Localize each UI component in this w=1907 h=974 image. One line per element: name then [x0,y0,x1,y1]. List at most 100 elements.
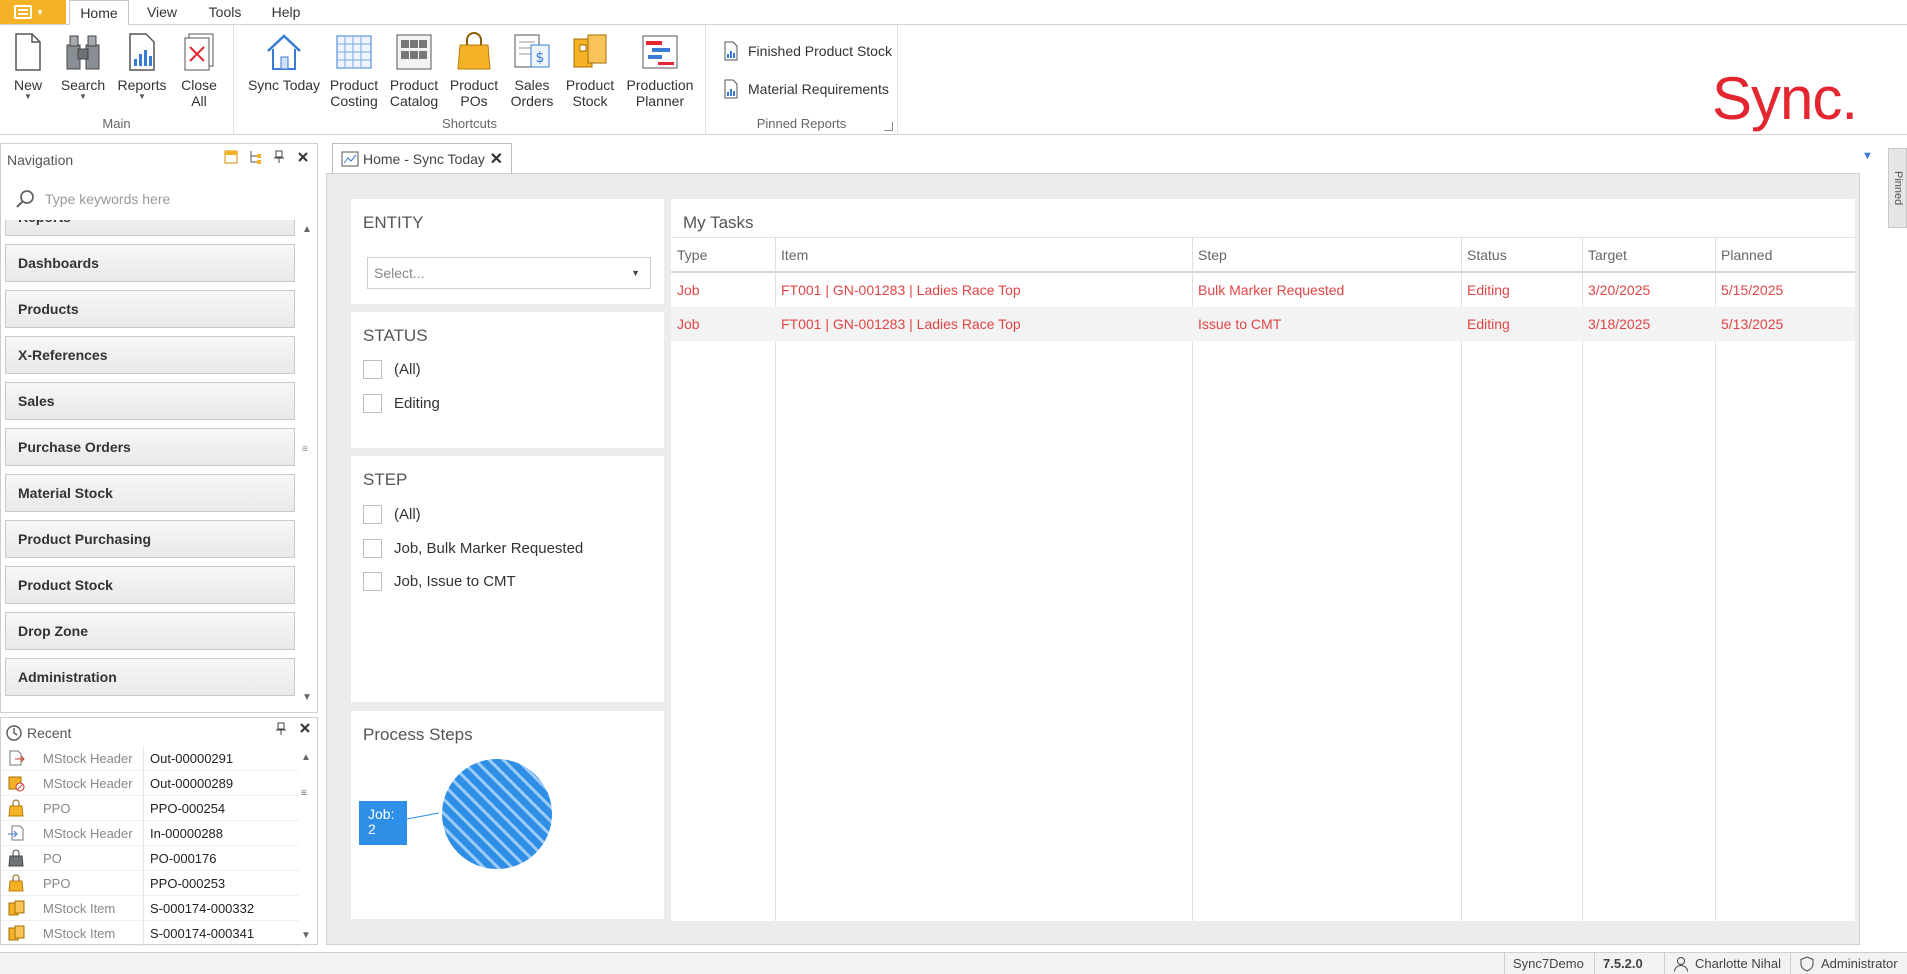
scroll-up-icon[interactable]: ▲ [301,752,311,763]
nav-item-material-stock[interactable]: Material Stock [5,474,295,512]
process-steps-diagram: Job: 2 [359,759,552,869]
nav-item-sales[interactable]: Sales [5,382,295,420]
tab-view[interactable]: View [140,0,184,25]
recent-row[interactable]: PPO PPO-000254 [1,795,299,821]
cell-step: Issue to CMT [1198,316,1282,332]
recent-row[interactable]: PPO PPO-000253 [1,870,299,896]
tasks-grid-body: Job FT001 | GN-001283 | Ladies Race Top … [671,273,1855,921]
column-header-item[interactable]: Item [775,238,808,271]
product-costing-button[interactable]: Product Costing [328,31,380,109]
nav-item-administration[interactable]: Administration [5,658,295,696]
pinned-side-tab[interactable]: Pinned [1888,148,1907,228]
recent-row[interactable]: MStock Header In-00000288 [1,820,299,846]
step-option-all[interactable]: (All) [363,505,421,524]
search-button[interactable]: Search ▼ [58,31,108,101]
new-button[interactable]: New ▼ [8,31,48,101]
step-title: STEP [363,470,408,489]
status-option-editing[interactable]: Editing [363,394,440,413]
scroll-thumb[interactable]: ≡ [301,788,307,799]
nav-item-purchase-orders[interactable]: Purchase Orders [5,428,295,466]
stock-in-icon [1,823,31,843]
document-tab-home[interactable]: Home - Sync Today ✕ [332,143,512,173]
nav-item-drop-zone[interactable]: Drop Zone [5,612,295,650]
shopping-bag-icon [457,32,491,70]
recent-row[interactable]: MStock Header Out-00000291 [1,745,299,771]
process-step-job-label: Job: [368,806,394,822]
nav-item-products[interactable]: Products [5,290,295,328]
recent-row[interactable]: MStock Item S-000174-000341 [1,920,299,946]
product-pos-button[interactable]: Product POs [448,31,500,109]
scroll-up-icon[interactable]: ▲ [302,224,312,235]
tab-help[interactable]: Help [264,0,308,25]
process-step-job-bubble[interactable] [442,759,552,869]
scroll-thumb[interactable]: ≡ [302,444,308,455]
reports-button[interactable]: Reports ▼ [114,31,170,101]
report-icon [129,33,155,71]
navigation-search-input[interactable]: Type keywords here [15,189,170,209]
status-option-all[interactable]: (All) [363,360,421,379]
shopping-bag-icon [1,873,31,893]
svg-text:$: $ [536,50,545,66]
column-header-type[interactable]: Type [671,238,707,271]
recent-row[interactable]: PO PO-000176 [1,845,299,871]
recent-row[interactable]: MStock Header Out-00000289 [1,770,299,796]
status-role: Administrator [1790,953,1906,974]
tasks-grid-header: Type Item Step Status Target Planned [671,237,1855,273]
step-option-issue-to-cmt[interactable]: Job, Issue to CMT [363,572,516,591]
column-header-status[interactable]: Status [1461,238,1507,271]
close-icon[interactable] [295,151,311,166]
tab-home[interactable]: Home [69,0,129,26]
dialog-launcher-icon[interactable] [884,122,893,131]
product-catalog-button[interactable]: Product Catalog [388,31,440,109]
nav-item-reports[interactable]: Reports [5,220,295,236]
pin-icon[interactable] [275,722,287,739]
checkbox[interactable] [363,360,382,379]
scroll-down-icon[interactable]: ▼ [301,930,311,941]
column-header-step[interactable]: Step [1192,238,1227,271]
recent-list: MStock Header Out-00000291 MStock Header… [1,745,299,946]
application-menu-button[interactable]: ▼ [0,0,66,24]
sales-orders-button[interactable]: $ Sales Orders [506,31,558,109]
scroll-down-icon[interactable]: ▼ [302,692,312,703]
step-option-bulk-marker-requested[interactable]: Job, Bulk Marker Requested [363,539,583,558]
pin-icon[interactable] [271,150,287,167]
cell-item: FT001 | GN-001283 | Ladies Race Top [781,316,1021,332]
entity-select[interactable]: Select... ▼ [367,257,651,289]
process-step-job-count: 2 [368,821,376,837]
process-steps-card: Process Steps Job: 2 [351,711,664,919]
chevron-down-icon: ▼ [24,92,32,101]
cell-target: 3/18/2025 [1588,316,1651,332]
nav-item-product-purchasing[interactable]: Product Purchasing [5,520,295,558]
checkbox[interactable] [363,572,382,591]
table-row[interactable]: Job FT001 | GN-001283 | Ladies Race Top … [671,273,1855,307]
close-all-button[interactable]: Close All [176,31,222,109]
production-planner-button[interactable]: Production Planner [622,31,698,109]
recent-row[interactable]: MStock Item S-000174-000332 [1,895,299,921]
nav-item-dashboards[interactable]: Dashboards [5,244,295,282]
sync-today-button[interactable]: Sync Today [246,31,322,93]
column-header-planned[interactable]: Planned [1715,238,1772,271]
tab-tools[interactable]: Tools [200,0,250,25]
close-tab-icon[interactable]: ✕ [490,149,503,169]
cell-planned: 5/13/2025 [1721,316,1784,332]
nav-item-x-references[interactable]: X-References [5,336,295,374]
close-icon[interactable] [299,722,311,739]
close-all-icon [184,33,214,71]
product-stock-button[interactable]: Product Stock [564,31,616,109]
document-list-dropdown-icon[interactable]: ▼ [1862,150,1873,162]
layout-icon[interactable] [223,150,239,167]
tree-icon[interactable] [247,150,263,167]
checkbox[interactable] [363,539,382,558]
table-row[interactable]: Job FT001 | GN-001283 | Ladies Race Top … [671,307,1855,341]
checkbox[interactable] [363,505,382,524]
chevron-down-icon: ▼ [631,268,640,278]
column-header-target[interactable]: Target [1582,238,1627,271]
shield-icon [1800,956,1814,972]
navigation-scrollbar[interactable]: ▲ ≡ ▼ [300,224,314,706]
nav-item-product-stock[interactable]: Product Stock [5,566,295,604]
checkbox[interactable] [363,394,382,413]
report-icon [724,41,738,61]
recent-scrollbar[interactable]: ▲ ≡ ▼ [301,752,313,942]
pinned-report-material-requirements[interactable]: Material Requirements [722,79,889,99]
pinned-report-finished-product-stock[interactable]: Finished Product Stock [722,41,892,61]
